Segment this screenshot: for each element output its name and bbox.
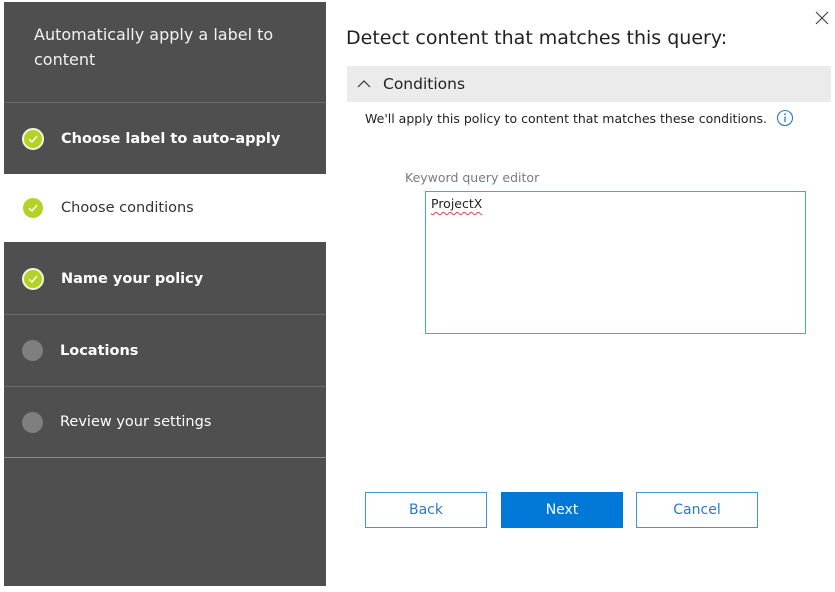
close-icon[interactable] <box>814 10 830 26</box>
step-label: Name your policy <box>61 270 204 287</box>
step-label: Choose label to auto-apply <box>61 131 281 147</box>
keyword-query-editor[interactable]: ProjectX <box>425 191 806 334</box>
chevron-up-icon <box>357 80 371 88</box>
keyword-query-label: Keyword query editor <box>405 170 540 185</box>
conditions-description-text: We'll apply this policy to content that … <box>365 110 767 126</box>
step-label: Review your settings <box>60 414 212 430</box>
step-locations[interactable]: Locations <box>4 315 326 386</box>
conditions-description: We'll apply this policy to content that … <box>365 109 794 127</box>
pending-circle-icon <box>22 411 43 433</box>
step-review-settings[interactable]: Review your settings <box>4 387 326 457</box>
step-choose-label[interactable]: Choose label to auto-apply <box>4 104 326 174</box>
step-choose-conditions[interactable]: Choose conditions <box>4 174 326 242</box>
check-circle-icon <box>23 198 43 218</box>
keyword-query-value: ProjectX <box>431 196 483 211</box>
step-label: Choose conditions <box>61 200 194 216</box>
conditions-label: Conditions <box>383 75 466 93</box>
next-button[interactable]: Next <box>501 492 623 528</box>
check-circle-icon <box>22 267 44 290</box>
step-name-policy[interactable]: Name your policy <box>4 243 326 314</box>
back-button[interactable]: Back <box>365 492 487 528</box>
page-title: Detect content that matches this query: <box>346 27 728 49</box>
step-label: Locations <box>60 342 139 359</box>
cancel-button[interactable]: Cancel <box>636 492 758 528</box>
pending-circle-icon <box>22 340 43 361</box>
wizard-sidebar: Automatically apply a label to content C… <box>4 2 326 586</box>
check-circle-icon <box>22 128 44 150</box>
info-icon[interactable] <box>776 109 794 127</box>
wizard-title: Automatically apply a label to content <box>4 2 326 103</box>
step-divider <box>4 457 326 458</box>
conditions-section-toggle[interactable]: Conditions <box>347 66 831 102</box>
